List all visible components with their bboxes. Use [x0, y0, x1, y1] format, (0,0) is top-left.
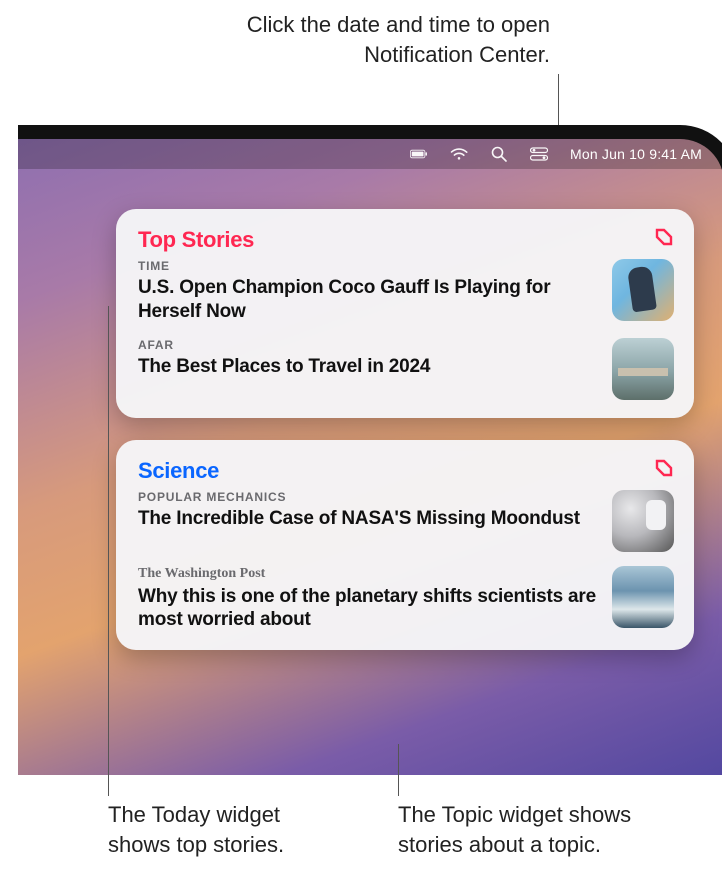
story-thumbnail [612, 338, 674, 400]
menubar-datetime[interactable]: Mon Jun 10 9:41 AM [570, 146, 702, 162]
widget-header: Top Stories [138, 227, 674, 253]
wifi-icon [450, 146, 468, 162]
story-thumbnail [612, 566, 674, 628]
news-story[interactable]: POPULAR MECHANICS The Incredible Case of… [138, 490, 674, 552]
widget-title: Top Stories [138, 227, 254, 253]
story-headline: The Incredible Case of NASA'S Missing Mo… [138, 507, 598, 531]
story-headline: U.S. Open Champion Coco Gauff Is Playing… [138, 276, 598, 324]
widget-title: Science [138, 458, 219, 484]
story-source: The Washington Post [138, 566, 598, 582]
callout-topic-widget: The Topic widget shows stories about a t… [398, 800, 688, 859]
story-text: The Washington Post Why this is one of t… [138, 566, 598, 633]
notification-center-widgets: Top Stories TIME U.S. Open Champion Coco… [18, 169, 722, 650]
news-story[interactable]: AFAR The Best Places to Travel in 2024 [138, 338, 674, 400]
callout-today-widget: The Today widget shows top stories. [108, 800, 348, 859]
apple-news-icon [654, 458, 674, 478]
story-headline: Why this is one of the planetary shifts … [138, 585, 598, 633]
search-icon[interactable] [490, 146, 508, 162]
story-headline: The Best Places to Travel in 2024 [138, 355, 598, 379]
topic-widget[interactable]: Science POPULAR MECHANICS The Incredible… [116, 440, 694, 651]
story-thumbnail [612, 490, 674, 552]
menubar: Mon Jun 10 9:41 AM [18, 139, 722, 169]
story-text: AFAR The Best Places to Travel in 2024 [138, 338, 598, 379]
story-source: TIME [138, 259, 598, 273]
story-source: POPULAR MECHANICS [138, 490, 598, 504]
story-text: TIME U.S. Open Champion Coco Gauff Is Pl… [138, 259, 598, 324]
callout-line [398, 744, 399, 796]
story-thumbnail [612, 259, 674, 321]
news-story[interactable]: TIME U.S. Open Champion Coco Gauff Is Pl… [138, 259, 674, 324]
today-widget[interactable]: Top Stories TIME U.S. Open Champion Coco… [116, 209, 694, 418]
widget-header: Science [138, 458, 674, 484]
callout-datetime: Click the date and time to open Notifica… [200, 10, 550, 69]
battery-icon [410, 146, 428, 162]
story-source: AFAR [138, 338, 598, 352]
apple-news-icon [654, 227, 674, 247]
story-text: POPULAR MECHANICS The Incredible Case of… [138, 490, 598, 531]
callout-line [108, 306, 109, 796]
news-story[interactable]: The Washington Post Why this is one of t… [138, 566, 674, 633]
device-frame: Mon Jun 10 9:41 AM Top Stories TIME U.S.… [18, 125, 722, 775]
callout-line [558, 74, 559, 130]
control-center-icon[interactable] [530, 146, 548, 162]
